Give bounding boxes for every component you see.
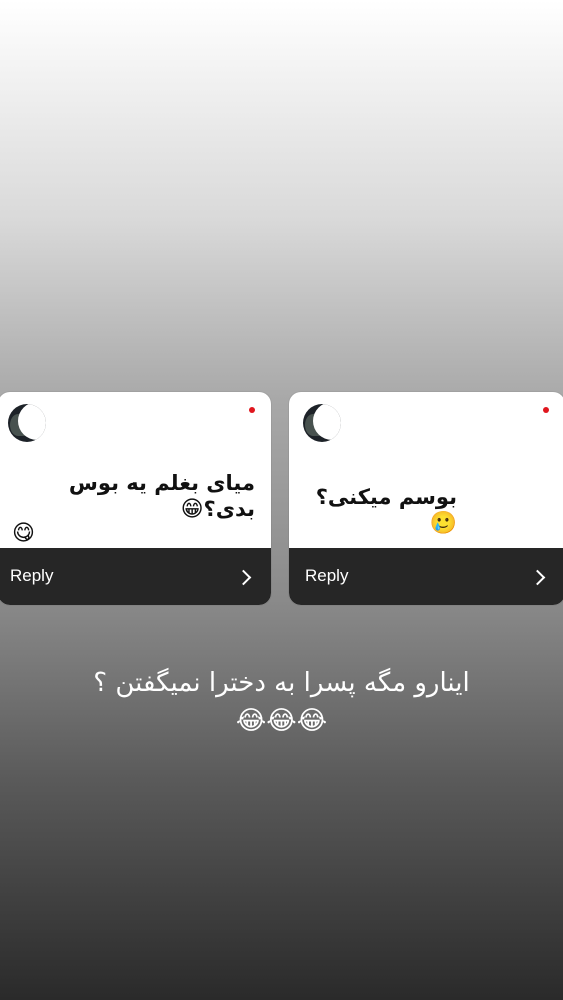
smiling-tear-emoji: 🥲: [429, 511, 457, 536]
message-text: بوسم میکنی؟: [315, 485, 457, 509]
reply-bar[interactable]: Reply: [0, 548, 271, 605]
avatar: [8, 404, 46, 442]
question-message: بوسم میکنی؟🥲: [305, 484, 457, 536]
message-text: میای بغلم یه بوس بدی؟: [68, 471, 255, 521]
avatar: [303, 404, 341, 442]
yum-emoji: 😋: [12, 521, 35, 546]
reply-bar[interactable]: Reply: [289, 548, 563, 605]
unread-dot: [249, 407, 255, 413]
grinning-emoji: 😁: [180, 497, 204, 522]
caption-text: اینارو مگه پسرا به دخترا نمیگفتن ؟: [93, 668, 470, 698]
question-message: میای بغلم یه بوس بدی؟😁 😋: [12, 470, 255, 546]
chevron-right-icon: [235, 569, 252, 586]
unread-dot: [543, 407, 549, 413]
reply-label: Reply: [305, 566, 349, 585]
chevron-right-icon: [529, 569, 546, 586]
laughing-tears-emoji: 😂: [296, 706, 328, 736]
story-caption: اینارو مگه پسرا به دخترا نمیگفتن ؟ 😂😂😂: [30, 664, 533, 740]
laughing-tears-emoji: 😂: [266, 706, 297, 736]
reply-label: Reply: [10, 566, 54, 585]
laughing-tears-emoji: 😂: [235, 706, 267, 736]
